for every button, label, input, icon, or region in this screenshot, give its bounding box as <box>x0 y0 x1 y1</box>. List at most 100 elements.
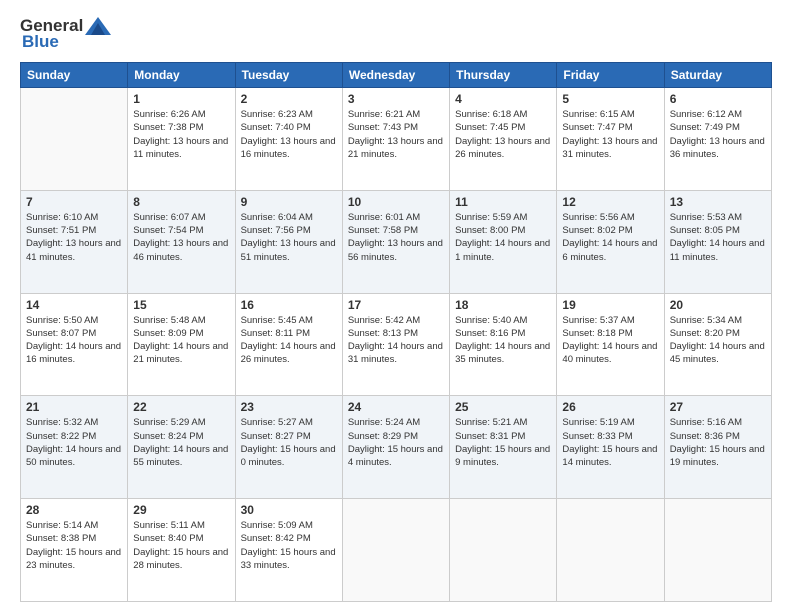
day-header: Wednesday <box>342 63 449 88</box>
day-info: Sunrise: 6:01 AMSunset: 7:58 PMDaylight:… <box>348 211 444 264</box>
day-number: 26 <box>562 400 658 414</box>
day-info: Sunrise: 5:29 AMSunset: 8:24 PMDaylight:… <box>133 416 229 469</box>
day-number: 14 <box>26 298 122 312</box>
calendar-cell <box>342 499 449 602</box>
day-number: 18 <box>455 298 551 312</box>
day-number: 24 <box>348 400 444 414</box>
calendar-cell: 15 Sunrise: 5:48 AMSunset: 8:09 PMDayligh… <box>128 293 235 396</box>
day-number: 5 <box>562 92 658 106</box>
day-number: 27 <box>670 400 766 414</box>
day-number: 4 <box>455 92 551 106</box>
day-number: 8 <box>133 195 229 209</box>
day-number: 23 <box>241 400 337 414</box>
page: General Blue SundayMondayTuesdayWednesda… <box>0 0 792 612</box>
calendar-cell <box>664 499 771 602</box>
day-info: Sunrise: 6:07 AMSunset: 7:54 PMDaylight:… <box>133 211 229 264</box>
logo-blue: Blue <box>22 32 59 52</box>
day-header: Monday <box>128 63 235 88</box>
calendar-cell: 28 Sunrise: 5:14 AMSunset: 8:38 PMDayligh… <box>21 499 128 602</box>
day-number: 25 <box>455 400 551 414</box>
day-info: Sunrise: 5:14 AMSunset: 8:38 PMDaylight:… <box>26 519 122 572</box>
calendar-cell: 13 Sunrise: 5:53 AMSunset: 8:05 PMDayligh… <box>664 190 771 293</box>
calendar-cell: 17 Sunrise: 5:42 AMSunset: 8:13 PMDayligh… <box>342 293 449 396</box>
calendar-cell: 30Sunrise: 5:09 AMSunset: 8:42 PMDayligh… <box>235 499 342 602</box>
calendar-cell: 27 Sunrise: 5:16 AMSunset: 8:36 PMDayligh… <box>664 396 771 499</box>
header-row: SundayMondayTuesdayWednesdayThursdayFrid… <box>21 63 772 88</box>
day-header: Tuesday <box>235 63 342 88</box>
calendar-week-row: 1Sunrise: 6:26 AMSunset: 7:38 PMDaylight… <box>21 88 772 191</box>
day-info: Sunrise: 6:12 AMSunset: 7:49 PMDaylight:… <box>670 108 766 161</box>
calendar-cell <box>557 499 664 602</box>
day-info: Sunrise: 6:15 AMSunset: 7:47 PMDaylight:… <box>562 108 658 161</box>
day-info: Sunrise: 6:23 AMSunset: 7:40 PMDaylight:… <box>241 108 337 161</box>
day-number: 29 <box>133 503 229 517</box>
header: General Blue <box>20 16 772 52</box>
calendar-week-row: 28 Sunrise: 5:14 AMSunset: 8:38 PMDayligh… <box>21 499 772 602</box>
logo: General Blue <box>20 16 111 52</box>
day-number: 6 <box>670 92 766 106</box>
day-header: Saturday <box>664 63 771 88</box>
day-number: 13 <box>670 195 766 209</box>
day-info: Sunrise: 5:32 AMSunset: 8:22 PMDaylight:… <box>26 416 122 469</box>
calendar-cell: 16 Sunrise: 5:45 AMSunset: 8:11 PMDayligh… <box>235 293 342 396</box>
calendar-cell: 24 Sunrise: 5:24 AMSunset: 8:29 PMDayligh… <box>342 396 449 499</box>
calendar-cell: 6 Sunrise: 6:12 AMSunset: 7:49 PMDaylight… <box>664 88 771 191</box>
day-info: Sunrise: 5:27 AMSunset: 8:27 PMDaylight:… <box>241 416 337 469</box>
day-info: Sunrise: 6:04 AMSunset: 7:56 PMDaylight:… <box>241 211 337 264</box>
day-number: 15 <box>133 298 229 312</box>
day-info: Sunrise: 5:45 AMSunset: 8:11 PMDaylight:… <box>241 314 337 367</box>
day-info: Sunrise: 5:53 AMSunset: 8:05 PMDaylight:… <box>670 211 766 264</box>
calendar-cell: 1Sunrise: 6:26 AMSunset: 7:38 PMDaylight… <box>128 88 235 191</box>
calendar-week-row: 14 Sunrise: 5:50 AMSunset: 8:07 PMDayligh… <box>21 293 772 396</box>
calendar-cell: 14 Sunrise: 5:50 AMSunset: 8:07 PMDayligh… <box>21 293 128 396</box>
day-number: 20 <box>670 298 766 312</box>
day-number: 9 <box>241 195 337 209</box>
day-info: Sunrise: 5:34 AMSunset: 8:20 PMDaylight:… <box>670 314 766 367</box>
day-info: Sunrise: 6:10 AMSunset: 7:51 PMDaylight:… <box>26 211 122 264</box>
calendar-week-row: 21 Sunrise: 5:32 AMSunset: 8:22 PMDayligh… <box>21 396 772 499</box>
day-info: Sunrise: 5:21 AMSunset: 8:31 PMDaylight:… <box>455 416 551 469</box>
calendar-cell: 9 Sunrise: 6:04 AMSunset: 7:56 PMDaylight… <box>235 190 342 293</box>
day-number: 7 <box>26 195 122 209</box>
day-number: 28 <box>26 503 122 517</box>
calendar-cell: 7 Sunrise: 6:10 AMSunset: 7:51 PMDaylight… <box>21 190 128 293</box>
day-info: Sunrise: 5:11 AMSunset: 8:40 PMDaylight:… <box>133 519 229 572</box>
calendar-cell: 10Sunrise: 6:01 AMSunset: 7:58 PMDayligh… <box>342 190 449 293</box>
logo-icon <box>85 17 111 35</box>
day-info: Sunrise: 5:56 AMSunset: 8:02 PMDaylight:… <box>562 211 658 264</box>
calendar-cell <box>450 499 557 602</box>
calendar-cell: 21 Sunrise: 5:32 AMSunset: 8:22 PMDayligh… <box>21 396 128 499</box>
day-number: 3 <box>348 92 444 106</box>
calendar-cell: 3 Sunrise: 6:21 AMSunset: 7:43 PMDaylight… <box>342 88 449 191</box>
day-info: Sunrise: 5:37 AMSunset: 8:18 PMDaylight:… <box>562 314 658 367</box>
day-number: 12 <box>562 195 658 209</box>
day-info: Sunrise: 5:50 AMSunset: 8:07 PMDaylight:… <box>26 314 122 367</box>
day-info: Sunrise: 6:21 AMSunset: 7:43 PMDaylight:… <box>348 108 444 161</box>
calendar-cell <box>21 88 128 191</box>
day-number: 1 <box>133 92 229 106</box>
day-number: 19 <box>562 298 658 312</box>
day-number: 22 <box>133 400 229 414</box>
day-header: Friday <box>557 63 664 88</box>
day-info: Sunrise: 5:59 AMSunset: 8:00 PMDaylight:… <box>455 211 551 264</box>
day-number: 2 <box>241 92 337 106</box>
calendar-cell: 4Sunrise: 6:18 AMSunset: 7:45 PMDaylight… <box>450 88 557 191</box>
day-info: Sunrise: 5:48 AMSunset: 8:09 PMDaylight:… <box>133 314 229 367</box>
day-info: Sunrise: 5:09 AMSunset: 8:42 PMDaylight:… <box>241 519 337 572</box>
calendar-cell: 12 Sunrise: 5:56 AMSunset: 8:02 PMDayligh… <box>557 190 664 293</box>
day-number: 21 <box>26 400 122 414</box>
calendar-cell: 23 Sunrise: 5:27 AMSunset: 8:27 PMDayligh… <box>235 396 342 499</box>
day-number: 17 <box>348 298 444 312</box>
day-number: 16 <box>241 298 337 312</box>
calendar-cell: 29 Sunrise: 5:11 AMSunset: 8:40 PMDayligh… <box>128 499 235 602</box>
day-info: Sunrise: 5:19 AMSunset: 8:33 PMDaylight:… <box>562 416 658 469</box>
calendar-cell: 25 Sunrise: 5:21 AMSunset: 8:31 PMDayligh… <box>450 396 557 499</box>
calendar-table: SundayMondayTuesdayWednesdayThursdayFrid… <box>20 62 772 602</box>
day-info: Sunrise: 5:24 AMSunset: 8:29 PMDaylight:… <box>348 416 444 469</box>
day-info: Sunrise: 5:42 AMSunset: 8:13 PMDaylight:… <box>348 314 444 367</box>
day-info: Sunrise: 5:40 AMSunset: 8:16 PMDaylight:… <box>455 314 551 367</box>
calendar-cell: 2 Sunrise: 6:23 AMSunset: 7:40 PMDaylight… <box>235 88 342 191</box>
day-info: Sunrise: 5:16 AMSunset: 8:36 PMDaylight:… <box>670 416 766 469</box>
day-header: Thursday <box>450 63 557 88</box>
day-header: Sunday <box>21 63 128 88</box>
